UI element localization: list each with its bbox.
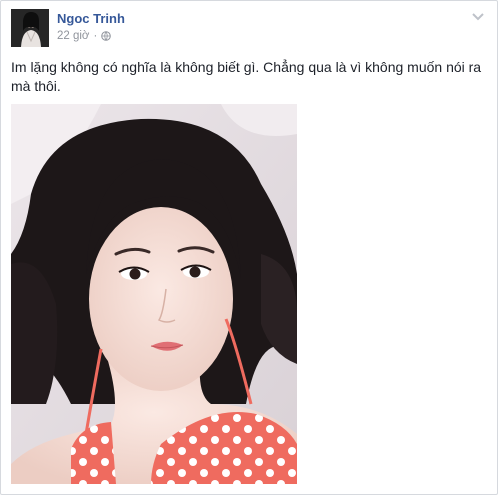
chevron-down-icon[interactable] bbox=[471, 9, 485, 21]
author-name[interactable]: Ngoc Trinh bbox=[57, 11, 125, 26]
post-timestamp[interactable]: 22 giờ bbox=[57, 30, 89, 42]
post-photo[interactable] bbox=[11, 104, 297, 484]
avatar[interactable] bbox=[11, 9, 49, 47]
facebook-post: Ngoc Trinh 22 giờ · Im lặng không có ngh… bbox=[0, 0, 498, 495]
globe-icon[interactable] bbox=[101, 31, 112, 41]
meta-separator: · bbox=[93, 30, 98, 42]
post-meta: 22 giờ · bbox=[57, 30, 112, 42]
post-text: Im lặng không có nghĩa là không biết gì.… bbox=[11, 59, 482, 94]
